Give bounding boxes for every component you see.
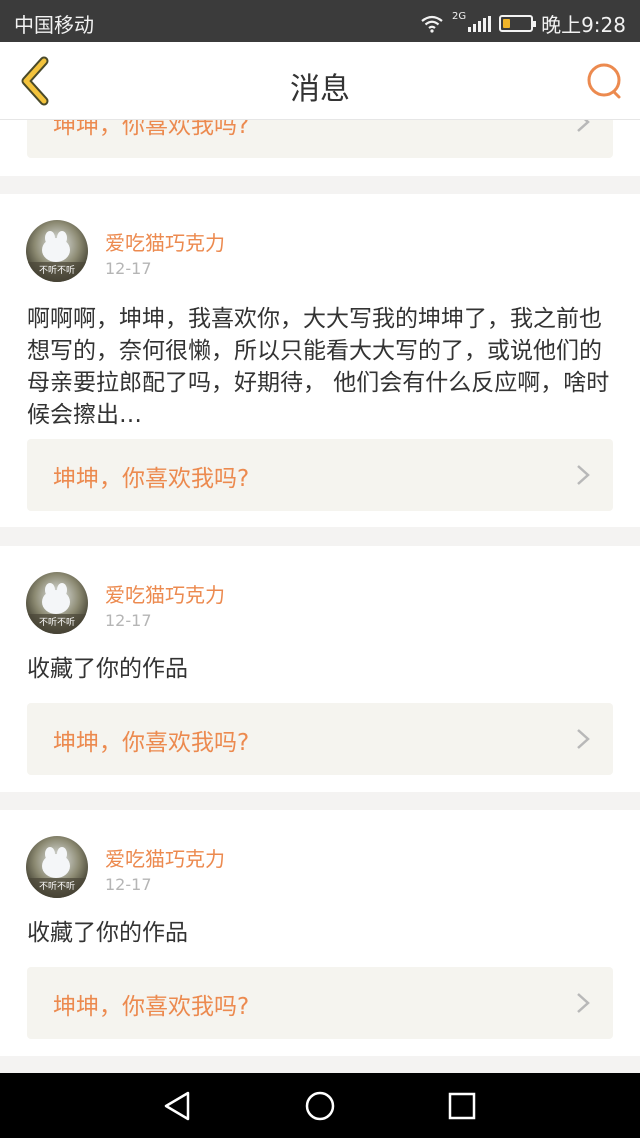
status-bar: 中国移动 2G 晚上9:28: [0, 0, 640, 42]
top-nav-bar: 消息: [0, 42, 640, 120]
message-card: 不听不听 爱吃猫巧克力 12-17 收藏了你的作品 坤坤，你喜欢我吗?: [0, 546, 640, 792]
status-time: 晚上9:28: [541, 13, 626, 37]
username[interactable]: 爱吃猫巧克力: [105, 843, 225, 872]
work-link[interactable]: 坤坤，你喜欢我吗?: [27, 967, 613, 1039]
username[interactable]: 爱吃猫巧克力: [105, 227, 225, 256]
avatar-caption: 不听不听: [39, 617, 75, 628]
message-card: 坤坤，你喜欢我吗?: [0, 120, 640, 176]
battery-icon: [499, 15, 537, 32]
chevron-right-icon: [577, 993, 590, 1013]
work-title: 坤坤，你喜欢我吗?: [53, 730, 250, 756]
search-icon: [587, 63, 621, 99]
avatar-caption: 不听不听: [39, 265, 75, 276]
work-link[interactable]: 坤坤，你喜欢我吗?: [27, 120, 613, 158]
recents-square-icon[interactable]: [445, 1089, 479, 1123]
message-date: 12-17: [105, 611, 152, 630]
search-button[interactable]: [584, 60, 626, 102]
signal-icon: [468, 15, 492, 32]
message-date: 12-17: [105, 875, 152, 894]
chevron-right-icon: [577, 729, 590, 749]
network-type-label: 2G: [451, 11, 467, 22]
avatar-image: 不听不听: [26, 572, 88, 634]
chevron-right-icon: [577, 465, 590, 485]
work-title: 坤坤，你喜欢我吗?: [53, 466, 250, 492]
message-card: 不听不听 爱吃猫巧克力 12-17 收藏了你的作品 坤坤，你喜欢我吗?: [0, 810, 640, 1056]
message-card: 不听不听 爱吃猫巧克力 12-17 啊啊啊，坤坤，我喜欢你，大大写我的坤坤了，我…: [0, 194, 640, 527]
work-link[interactable]: 坤坤，你喜欢我吗?: [27, 703, 613, 775]
home-circle-icon[interactable]: [303, 1089, 337, 1123]
page-title: 消息: [290, 72, 350, 107]
system-nav-bar: [0, 1073, 640, 1138]
avatar[interactable]: 不听不听: [26, 836, 88, 898]
message-body: 收藏了你的作品: [27, 656, 188, 682]
username[interactable]: 爱吃猫巧克力: [105, 579, 225, 608]
wifi-icon: [421, 15, 443, 33]
status-icons: 2G 晚上9:28: [420, 9, 626, 38]
message-body: 啊啊啊，坤坤，我喜欢你，大大写我的坤坤了，我之前也想写的，奈何很懒，所以只能看大…: [27, 306, 610, 428]
work-link[interactable]: 坤坤，你喜欢我吗?: [27, 439, 613, 511]
work-title: 坤坤，你喜欢我吗?: [53, 994, 250, 1020]
work-title: 坤坤，你喜欢我吗?: [53, 120, 250, 139]
avatar[interactable]: 不听不听: [26, 572, 88, 634]
carrier-name: 中国移动: [14, 13, 94, 37]
message-date: 12-17: [105, 259, 152, 278]
chevron-right-icon: [577, 120, 590, 132]
avatar-image: 不听不听: [26, 836, 88, 898]
avatar-caption: 不听不听: [39, 881, 75, 892]
back-triangle-icon[interactable]: [160, 1089, 194, 1123]
avatar-image: 不听不听: [26, 220, 88, 282]
message-list[interactable]: 坤坤，你喜欢我吗? 不听不听 爱吃猫巧克力 12-17 啊啊啊，坤坤，我喜欢你，…: [0, 120, 640, 1073]
avatar[interactable]: 不听不听: [26, 220, 88, 282]
message-body: 收藏了你的作品: [27, 920, 188, 946]
